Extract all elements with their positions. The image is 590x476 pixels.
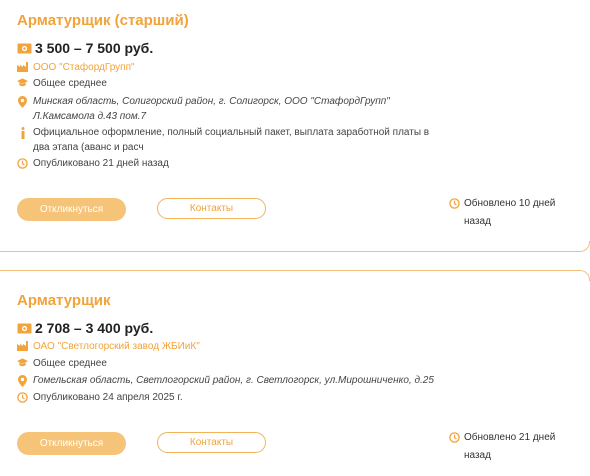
respond-button[interactable]: Откликнуться: [17, 432, 126, 455]
education-row: Общее среднее: [17, 76, 437, 91]
respond-button[interactable]: Откликнуться: [17, 198, 126, 221]
updated-text: Обновлено 21 дней назад: [464, 432, 556, 461]
company-link[interactable]: ООО "СтафордГрупп": [33, 60, 437, 75]
vacancy-card: Арматурщик (старший) 3 500 – 7 500 руб. …: [0, 0, 590, 252]
contacts-button[interactable]: Контакты: [157, 198, 266, 219]
info-row: Официальное оформление, полный социальны…: [17, 125, 437, 155]
company-row: ОАО "Светлогорский завод ЖБИиК": [17, 339, 437, 354]
vacancy-title[interactable]: Арматурщик: [17, 292, 110, 309]
money-icon: [17, 323, 32, 334]
address-row: Минская область, Солигорский район, г. С…: [17, 94, 437, 124]
company-row: ООО "СтафордГрупп": [17, 60, 437, 75]
education-text: Общее среднее: [33, 358, 107, 369]
company-link[interactable]: ОАО "Светлогорский завод ЖБИиК": [33, 339, 437, 354]
card-divider: [0, 241, 590, 252]
salary-value: 2 708 – 3 400 руб.: [35, 320, 154, 336]
updated-info: Обновлено 10 дней назад: [449, 195, 574, 231]
clock-icon: [449, 198, 460, 209]
graduation-cap-icon: [17, 358, 28, 368]
money-icon: [17, 43, 32, 54]
location-pin-icon: [17, 96, 28, 108]
vacancy-title[interactable]: Арматурщик (старший): [17, 12, 189, 29]
updated-text: Обновлено 10 дней назад: [464, 198, 556, 227]
salary-value: 3 500 – 7 500 руб.: [35, 40, 154, 56]
info-text: Официальное оформление, полный социальны…: [33, 127, 430, 153]
address-row: Гомельская область, Светлогорский район,…: [17, 373, 437, 388]
published-row: Опубликовано 24 апреля 2025 г.: [17, 390, 437, 405]
clock-icon: [449, 432, 460, 443]
salary: 3 500 – 7 500 руб.: [17, 40, 153, 56]
graduation-cap-icon: [17, 78, 28, 88]
card-divider: [0, 270, 590, 281]
published-text: Опубликовано 24 апреля 2025 г.: [33, 392, 183, 403]
salary: 2 708 – 3 400 руб.: [17, 320, 153, 336]
education-row: Общее среднее: [17, 356, 437, 371]
factory-icon: [17, 341, 28, 351]
contacts-button[interactable]: Контакты: [157, 432, 266, 453]
address-text: Гомельская область, Светлогорский район,…: [33, 375, 434, 386]
clock-icon: [17, 158, 28, 169]
vacancy-card: Арматурщик 2 708 – 3 400 руб. ОАО "Светл…: [0, 270, 590, 476]
published-row: Опубликовано 21 дней назад: [17, 156, 437, 171]
address-text: Минская область, Солигорский район, г. С…: [33, 96, 390, 122]
info-icon: [17, 127, 28, 139]
factory-icon: [17, 62, 28, 72]
education-text: Общее среднее: [33, 78, 107, 89]
updated-info: Обновлено 21 дней назад: [449, 429, 574, 465]
location-pin-icon: [17, 375, 28, 387]
published-text: Опубликовано 21 дней назад: [33, 158, 169, 169]
clock-icon: [17, 392, 28, 403]
